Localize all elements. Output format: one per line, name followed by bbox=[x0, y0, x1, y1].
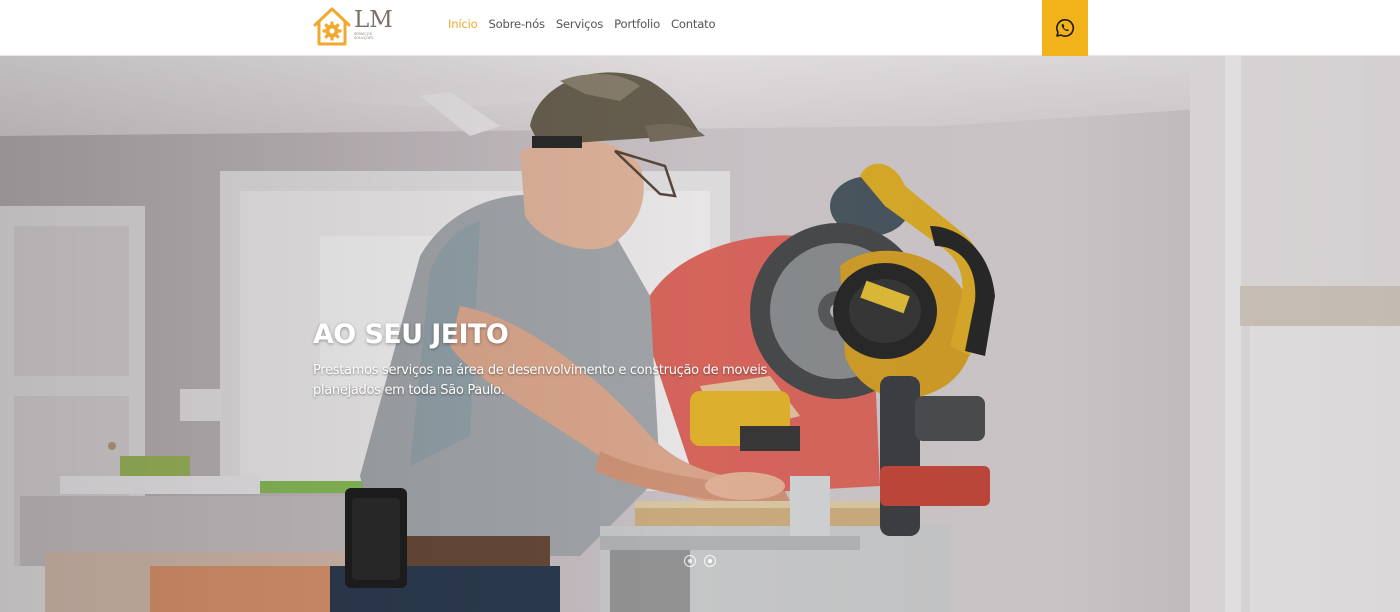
slider-dot-1[interactable] bbox=[684, 555, 696, 567]
hero-slider: AO SEU JEITO Prestamos serviços na área … bbox=[0, 56, 1400, 612]
hero-title: AO SEU JEITO bbox=[313, 319, 509, 350]
hero-background-image bbox=[0, 56, 1400, 612]
nav-item-sobre-nos[interactable]: Sobre-nós bbox=[488, 17, 545, 31]
brand-text: LM Serviços Soluções bbox=[354, 8, 393, 41]
main-nav: Início Sobre-nós Serviços Portfolio Cont… bbox=[448, 17, 716, 31]
brand-letters: LM bbox=[354, 7, 393, 33]
brand-subtitle: Serviços Soluções bbox=[354, 32, 374, 41]
house-gear-icon bbox=[313, 7, 351, 46]
nav-item-contato[interactable]: Contato bbox=[671, 17, 716, 31]
nav-item-servicos[interactable]: Serviços bbox=[556, 17, 603, 31]
brand-logo[interactable]: LM Serviços Soluções bbox=[312, 5, 402, 47]
site-header: LM Serviços Soluções Início Sobre-nós Se… bbox=[0, 0, 1400, 56]
whatsapp-icon bbox=[1056, 19, 1075, 37]
whatsapp-button[interactable] bbox=[1042, 0, 1088, 56]
hero-description: Prestamos serviços na área de desenvolvi… bbox=[313, 363, 768, 398]
nav-item-inicio[interactable]: Início bbox=[448, 17, 478, 31]
slider-pagination bbox=[684, 555, 716, 567]
nav-item-portfolio[interactable]: Portfolio bbox=[614, 17, 660, 31]
slider-dot-2[interactable] bbox=[704, 555, 716, 567]
